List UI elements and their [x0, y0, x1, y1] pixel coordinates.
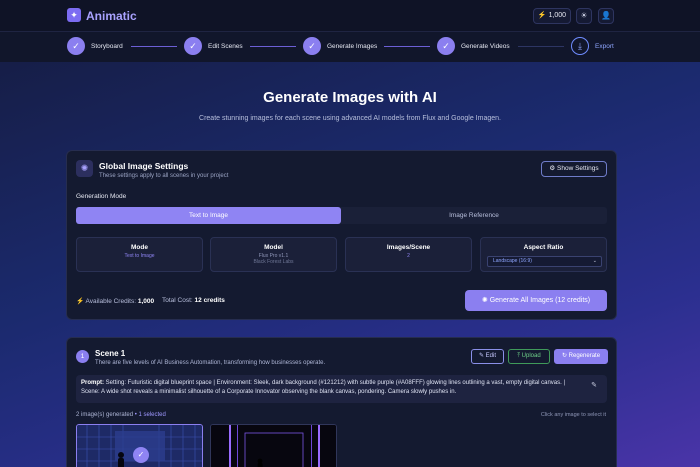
prompt-label: Prompt: — [81, 380, 104, 386]
prompt-text: Setting: Futuristic digital blueprint sp… — [81, 380, 566, 395]
available-credits-label: Available Credits: — [85, 298, 137, 305]
mode-stat: Mode Text to Image — [76, 237, 203, 272]
upload-icon: ⤒ — [517, 353, 520, 359]
total-cost-label: Total Cost: — [162, 297, 193, 304]
check-icon[interactable]: ✓ — [67, 37, 85, 55]
generation-mode-tabs: Text to Image Image Reference — [76, 207, 607, 224]
images-per-scene-label: Images/Scene — [386, 244, 431, 251]
page-subtitle: Create stunning images for each scene us… — [199, 115, 501, 122]
generated-count: 2 image(s) generated • 1 selected — [76, 412, 166, 418]
mode-value: Text to Image — [124, 253, 155, 259]
edit-icon: ✎ — [478, 353, 484, 359]
user-icon: 👤 — [601, 11, 611, 20]
step-connector — [518, 46, 564, 47]
available-credits: ⚡ Available Credits: 1,000 — [76, 297, 154, 305]
app-title[interactable]: Animatic — [86, 9, 137, 23]
aspect-ratio-value: Landscape (16:9) — [493, 258, 532, 264]
sun-icon: ☀ — [580, 11, 588, 20]
settings-subtitle: These settings apply to all scenes in yo… — [99, 173, 229, 179]
total-cost-value: 12 credits — [194, 297, 225, 304]
step-connector — [384, 46, 430, 47]
pencil-icon[interactable]: ✎ — [591, 381, 597, 390]
regenerate-label: Regenerate — [568, 353, 601, 359]
generated-image-thumbnail[interactable] — [210, 424, 337, 467]
aspect-ratio-select[interactable]: Landscape (16:9) ⌄ — [487, 256, 602, 267]
gear-icon: ⚙ — [549, 165, 556, 172]
sparkle-icon: ✦ — [67, 8, 81, 22]
user-menu-button[interactable]: 👤 — [598, 8, 614, 24]
upload-label: Upload — [521, 353, 541, 359]
mode-label: Mode — [131, 244, 148, 251]
magic-wand-icon: ✺ — [481, 297, 488, 304]
check-icon[interactable]: ✓ — [303, 37, 321, 55]
model-vendor: Black Forest Labs — [253, 259, 294, 265]
refresh-icon: ↻ — [561, 353, 567, 359]
edit-scene-button[interactable]: ✎ Edit — [471, 349, 504, 364]
model-label: Model — [264, 244, 283, 251]
generate-all-images-button[interactable]: ✺ Generate All Images (12 credits) — [465, 290, 607, 311]
step-connector — [250, 46, 296, 47]
aspect-ratio-stat: Aspect Ratio Landscape (16:9) ⌄ — [480, 237, 607, 272]
credits-value: 1,000 — [548, 12, 567, 19]
model-stat: Model Flux Pro v1.1 Black Forest Labs — [210, 237, 337, 272]
generated-label: 2 image(s) generated — [76, 412, 134, 418]
regenerate-button[interactable]: ↻ Regenerate — [554, 349, 608, 364]
available-credits-value: 1,000 — [137, 298, 155, 305]
page-title: Generate Images with AI — [263, 89, 437, 106]
image-2-art — [211, 425, 336, 467]
scene-prompt[interactable]: Prompt: Setting: Futuristic digital blue… — [76, 375, 607, 403]
chevron-down-icon: ⌄ — [592, 258, 597, 264]
top-bar: ✦ Animatic ⚡ 1,000 ☀ 👤 — [0, 0, 700, 32]
check-icon[interactable]: ✓ — [437, 37, 455, 55]
bolt-icon: ⚡ — [537, 12, 547, 19]
step-connector — [131, 46, 177, 47]
tab-text-to-image[interactable]: Text to Image — [76, 207, 341, 224]
scene-description: There are five levels of AI Business Aut… — [95, 360, 326, 366]
bolt-icon: ⚡ — [76, 298, 85, 305]
step-generate-videos[interactable]: Generate Videos — [461, 43, 510, 50]
credits-badge[interactable]: ⚡ 1,000 — [533, 8, 571, 24]
show-settings-button[interactable]: ⚙ Show Settings — [541, 161, 607, 177]
show-settings-label: Show Settings — [557, 165, 599, 172]
upload-image-button[interactable]: ⤒ Upload — [508, 349, 550, 364]
check-icon: ✓ — [133, 447, 149, 463]
scene-title: Scene 1 — [95, 349, 126, 358]
tab-image-reference[interactable]: Image Reference — [341, 207, 607, 224]
aspect-ratio-label: Aspect Ratio — [523, 244, 564, 251]
images-per-scene-value: 2 — [407, 253, 410, 259]
step-export[interactable]: Export — [595, 43, 614, 50]
check-icon[interactable]: ✓ — [184, 37, 202, 55]
selected-count: • 1 selected — [134, 412, 166, 418]
theme-toggle-button[interactable]: ☀ — [576, 8, 592, 24]
total-cost: Total Cost: 12 credits — [162, 297, 225, 304]
download-icon[interactable]: ⤓ — [571, 37, 589, 55]
step-edit-scenes[interactable]: Edit Scenes — [208, 43, 243, 50]
magic-wand-icon: ✺ — [76, 160, 93, 177]
images-per-scene-stat: Images/Scene 2 — [345, 237, 472, 272]
scene-card: 1 Scene 1 There are five levels of AI Bu… — [66, 337, 617, 467]
generate-all-label: Generate All Images (12 credits) — [489, 297, 591, 304]
progress-stepper: ✓ Storyboard ✓ Edit Scenes ✓ Generate Im… — [0, 32, 700, 62]
scene-number: 1 — [76, 350, 89, 363]
edit-label: Edit — [485, 353, 497, 359]
step-generate-images[interactable]: Generate Images — [327, 43, 377, 50]
settings-title: Global Image Settings — [99, 161, 189, 171]
select-hint: Click any image to select it — [540, 412, 606, 418]
global-image-settings-card: ✺ Global Image Settings These settings a… — [66, 150, 617, 320]
step-storyboard[interactable]: Storyboard — [91, 43, 123, 50]
generation-mode-label: Generation Mode — [76, 193, 127, 200]
generated-image-thumbnail[interactable]: ✓ — [76, 424, 203, 467]
